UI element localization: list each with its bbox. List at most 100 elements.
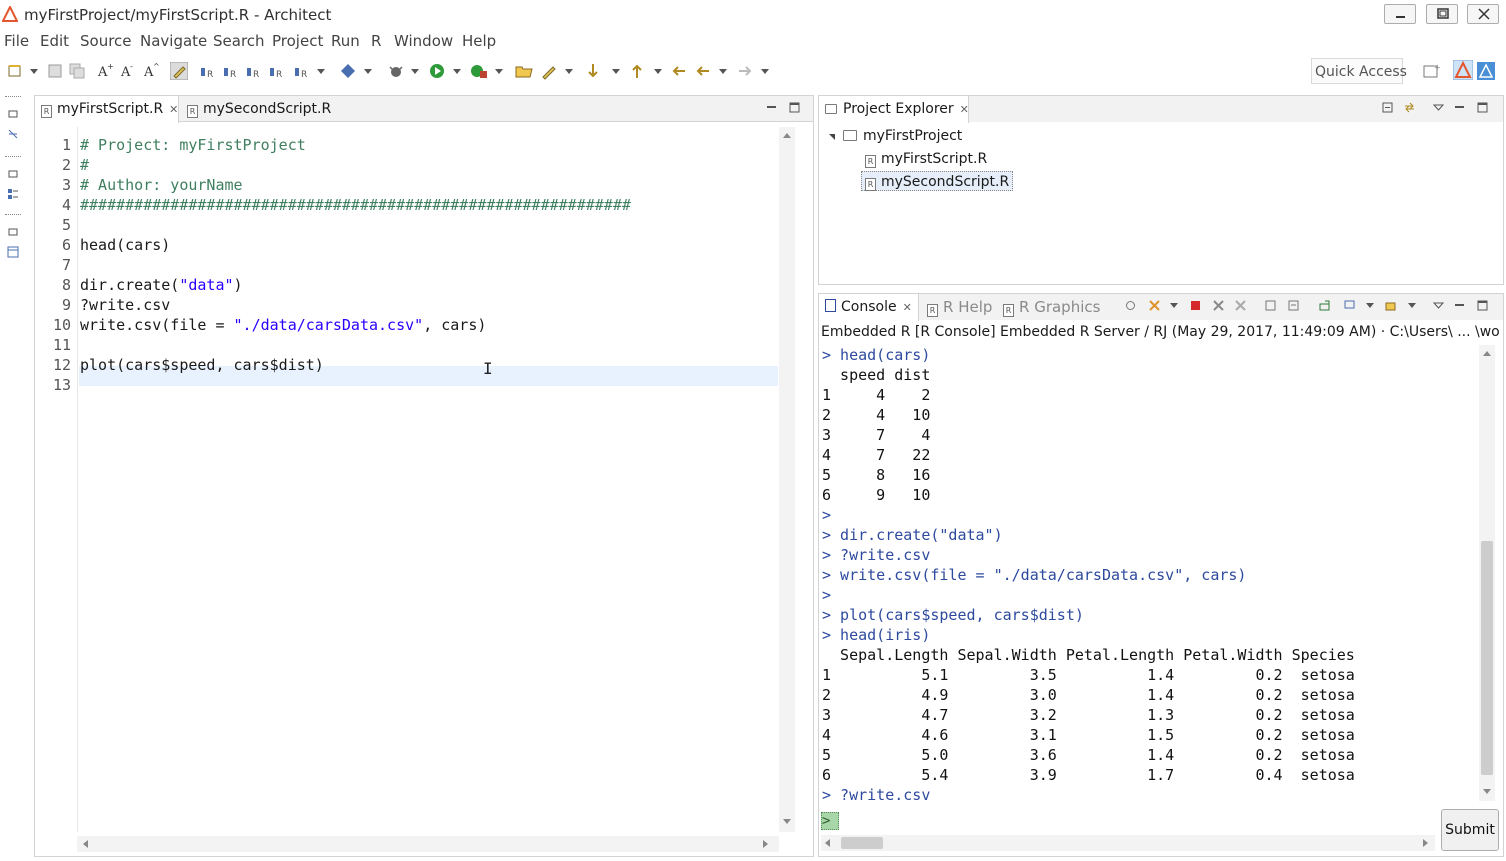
font-decrease-icon[interactable]: A-: [119, 62, 137, 80]
menu-run[interactable]: Run: [331, 32, 360, 50]
next-annotation-dropdown-icon[interactable]: [612, 69, 620, 74]
editor-vertical-scrollbar[interactable]: [779, 127, 795, 832]
scroll-thumb[interactable]: [841, 837, 883, 849]
back-dropdown-icon[interactable]: [719, 69, 727, 74]
toggle-edit-icon[interactable]: [170, 62, 188, 80]
maximize-panel-icon[interactable]: [1477, 300, 1488, 311]
submit-button[interactable]: Submit: [1441, 809, 1499, 851]
architect-perspective-icon[interactable]: [1453, 60, 1473, 80]
menu-help[interactable]: Help: [462, 32, 496, 50]
minimize-button[interactable]: [1384, 4, 1416, 24]
tab-r-help[interactable]: R R Help: [927, 298, 992, 317]
minimize-panel-icon[interactable]: [1454, 102, 1465, 113]
open-console-dropdown-icon[interactable]: [1408, 303, 1416, 308]
menu-file[interactable]: File: [4, 32, 29, 50]
run-selection-icon[interactable]: R: [222, 62, 240, 80]
display-console-dropdown-icon[interactable]: [1366, 303, 1374, 308]
new-file-icon[interactable]: [6, 62, 24, 80]
menu-navigate[interactable]: Navigate: [140, 32, 207, 50]
new-dropdown-icon[interactable]: [30, 69, 38, 74]
menu-search[interactable]: Search: [213, 32, 265, 50]
cancel-icon[interactable]: [1149, 300, 1160, 311]
run-chunk-icon[interactable]: R: [293, 62, 311, 80]
console-horizontal-scrollbar[interactable]: [821, 835, 1435, 851]
restore-icon[interactable]: [7, 226, 19, 238]
search-pen-icon[interactable]: [540, 62, 558, 80]
tab-my-second-script[interactable]: RmySecondScript.R: [181, 96, 341, 122]
terminate-icon[interactable]: [1190, 300, 1201, 311]
close-tab-icon[interactable]: ✕: [169, 103, 178, 116]
scroll-right-icon[interactable]: [1423, 839, 1428, 847]
scroll-up-icon[interactable]: [783, 133, 791, 138]
build-icon[interactable]: [339, 62, 357, 80]
open-folder-icon[interactable]: [515, 62, 533, 80]
font-reset-icon[interactable]: A ^: [142, 62, 160, 80]
scroll-down-icon[interactable]: [1483, 789, 1491, 794]
back-icon[interactable]: [694, 62, 712, 80]
run-dropdown-icon[interactable]: [317, 69, 325, 74]
cancel-dropdown-icon[interactable]: [1170, 303, 1178, 308]
run-config-dropdown-icon[interactable]: [453, 69, 461, 74]
scroll-up-icon[interactable]: [1483, 351, 1491, 356]
open-perspective-icon[interactable]: +: [1422, 62, 1440, 80]
search-dropdown-icon[interactable]: [565, 69, 573, 74]
scroll-left-icon[interactable]: [83, 840, 88, 848]
code-editor[interactable]: # Project: myFirstProject # # Author: your…: [77, 127, 778, 832]
debug-dropdown-icon[interactable]: [411, 69, 419, 74]
font-increase-icon[interactable]: A +: [96, 62, 114, 80]
forward-icon[interactable]: [736, 62, 754, 80]
view-menu-icon[interactable]: [1433, 102, 1444, 113]
minimize-panel-icon[interactable]: [1454, 300, 1465, 311]
outline-icon[interactable]: [7, 128, 19, 140]
close-tab-icon[interactable]: ✕: [903, 301, 912, 314]
scroll-down-icon[interactable]: [783, 819, 791, 824]
maximize-panel-icon[interactable]: [789, 102, 800, 113]
restore-icon[interactable]: [7, 108, 19, 120]
scroll-right-icon[interactable]: [763, 840, 768, 848]
tree-project-row[interactable]: myFirstProject: [829, 126, 962, 146]
tab-project-explorer[interactable]: Project Explorer ✕: [819, 96, 969, 123]
display-console-icon[interactable]: [1344, 300, 1355, 311]
debug-icon[interactable]: [387, 62, 405, 80]
minimize-panel-icon[interactable]: [766, 102, 777, 113]
restore-icon[interactable]: [7, 168, 19, 180]
editor-horizontal-scrollbar[interactable]: [77, 836, 779, 852]
external-tools-dropdown-icon[interactable]: [495, 69, 503, 74]
open-console-icon[interactable]: [1385, 300, 1396, 311]
scroll-left-icon[interactable]: [825, 839, 830, 847]
trim-handle[interactable]: [5, 156, 21, 158]
menu-edit[interactable]: Edit: [40, 32, 69, 50]
run-icon[interactable]: [428, 62, 446, 80]
run-line-icon[interactable]: R: [199, 62, 217, 80]
external-tools-icon[interactable]: [470, 62, 488, 80]
close-tab-icon[interactable]: ✕: [960, 103, 969, 116]
run-function-icon[interactable]: R: [245, 62, 263, 80]
save-all-icon[interactable]: [68, 62, 86, 80]
menu-window[interactable]: Window: [394, 32, 453, 50]
tab-my-first-script[interactable]: RmyFirstScript.R ✕: [35, 96, 179, 123]
tree-file-row[interactable]: RmyFirstScript.R: [865, 149, 987, 169]
expand-arrow-icon[interactable]: [829, 134, 835, 140]
prev-annotation-dropdown-icon[interactable]: [654, 69, 662, 74]
build-dropdown-icon[interactable]: [364, 69, 372, 74]
prev-annotation-icon[interactable]: [628, 62, 646, 80]
trim-handle[interactable]: [5, 96, 21, 98]
reconnect-icon[interactable]: [1125, 300, 1136, 311]
trim-handle[interactable]: [5, 214, 21, 216]
scroll-lock-icon[interactable]: [1288, 300, 1299, 311]
quick-access-field[interactable]: Quick Access: [1311, 58, 1407, 84]
console-vertical-scrollbar[interactable]: [1479, 345, 1495, 801]
tab-console[interactable]: Console ✕: [819, 294, 919, 321]
close-window-button[interactable]: [1467, 4, 1499, 24]
menu-project[interactable]: Project: [272, 32, 323, 50]
pin-console-icon[interactable]: [1319, 300, 1330, 311]
scroll-thumb[interactable]: [1481, 541, 1493, 775]
remove-launch-icon[interactable]: [1213, 300, 1224, 311]
tab-r-graphics[interactable]: R R Graphics: [1003, 298, 1100, 317]
collapse-all-icon[interactable]: [1382, 102, 1393, 113]
view-menu-icon[interactable]: [1433, 300, 1444, 311]
maximize-panel-icon[interactable]: [1477, 102, 1488, 113]
menu-source[interactable]: Source: [80, 32, 132, 50]
next-annotation-icon[interactable]: [584, 62, 602, 80]
maximize-button[interactable]: [1426, 4, 1458, 24]
